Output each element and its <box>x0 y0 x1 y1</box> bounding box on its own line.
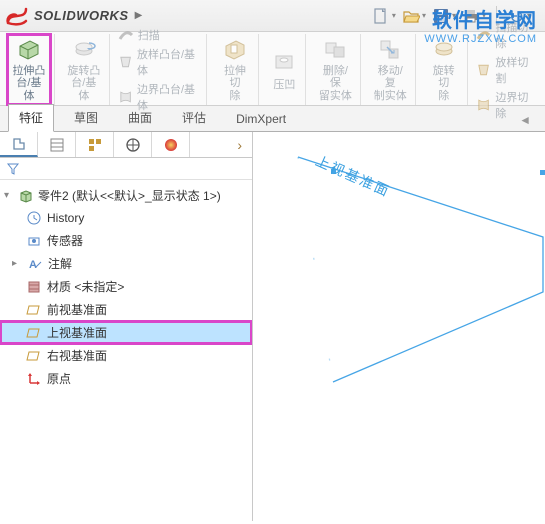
extrude-cut-button[interactable]: 拉伸切 除 <box>215 35 254 103</box>
plane-icon <box>26 325 42 341</box>
tree-root[interactable]: ▾ 零件2 (默认<<默认>_显示状态 1>) <box>0 184 252 207</box>
tree-origin[interactable]: 原点 <box>0 367 252 390</box>
main-area: › ▾ 零件2 (默认<<默认>_显示状态 1>) History 传感器 ▸ … <box>0 132 545 521</box>
svg-text:A: A <box>29 259 37 271</box>
extrude-boss-button[interactable]: 拉伸凸 台/基体 <box>8 35 50 103</box>
command-tabs: 特征 草图 曲面 评估 DimXpert ◄ <box>0 106 545 132</box>
sweep-cut-button[interactable]: 扫描切除 <box>476 19 537 51</box>
plane-icon <box>26 302 42 318</box>
origin-icon <box>26 371 42 387</box>
delete-keep-button[interactable]: 删除/保 留实体 <box>314 35 356 103</box>
save-button[interactable]: ▾ <box>432 7 456 25</box>
revolve-boss-button[interactable]: 旋转凸 台/基体 <box>63 35 105 103</box>
revolve-cut-button[interactable]: 旋转切 除 <box>424 35 463 103</box>
sweep-button[interactable]: 扫描 <box>118 27 203 43</box>
feature-manager-panel: › ▾ 零件2 (默认<<默认>_显示状态 1>) History 传感器 ▸ … <box>0 132 253 521</box>
dimxpert-manager-tab[interactable] <box>114 132 152 157</box>
app-logo: SOLIDWORKS <box>4 3 129 29</box>
feature-tree-tab[interactable] <box>0 132 38 157</box>
tree-history[interactable]: History <box>0 207 252 229</box>
configuration-manager-tab[interactable] <box>76 132 114 157</box>
property-manager-tab[interactable] <box>38 132 76 157</box>
expand-icon[interactable]: ▾ <box>4 190 14 201</box>
tab-feature[interactable]: 特征 <box>8 104 54 132</box>
feature-tree: ▾ 零件2 (默认<<默认>_显示状态 1>) History 传感器 ▸ A … <box>0 180 252 521</box>
annotations-icon: A <box>27 256 43 272</box>
tree-front-plane[interactable]: 前视基准面 <box>0 298 252 321</box>
sensors-icon <box>26 233 42 249</box>
graphics-viewport[interactable]: 上视基准面 <box>253 132 545 521</box>
open-file-button[interactable]: ▾ <box>402 7 426 25</box>
ribbon: 拉伸凸 台/基体 旋转凸 台/基体 扫描 放样凸台/基体 边界凸台/基体 拉伸切… <box>0 32 545 106</box>
tree-material[interactable]: 材质 <未指定> <box>0 275 252 298</box>
plane-icon <box>26 348 42 364</box>
tab-sketch[interactable]: 草图 <box>64 105 108 131</box>
loft-cut-button[interactable]: 放样切割 <box>476 54 537 86</box>
tree-root-label: 零件2 (默认<<默认>_显示状态 1>) <box>38 187 221 204</box>
display-manager-tab[interactable] <box>152 132 190 157</box>
tree-top-plane[interactable]: 上视基准面 <box>0 321 252 344</box>
tab-evaluate[interactable]: 评估 <box>172 105 216 131</box>
app-title: SOLIDWORKS <box>34 8 129 23</box>
tab-dimxpert[interactable]: DimXpert <box>226 108 296 131</box>
tree-sensors[interactable]: 传感器 <box>0 229 252 252</box>
loft-button[interactable]: 放样凸台/基体 <box>118 46 203 78</box>
hole-button[interactable]: 压凹 <box>267 46 301 94</box>
move-copy-button[interactable]: 移动/复 制实体 <box>369 35 411 103</box>
funnel-icon <box>6 162 20 176</box>
tree-right-plane[interactable]: 右视基准面 <box>0 344 252 367</box>
tabs-overflow-left[interactable]: ◄ <box>513 109 537 131</box>
manager-overflow[interactable]: › <box>237 137 252 153</box>
history-icon <box>26 210 42 226</box>
expand-icon[interactable]: ▸ <box>12 258 22 269</box>
tab-surface[interactable]: 曲面 <box>118 105 162 131</box>
part-icon <box>18 188 34 204</box>
new-file-button[interactable]: ▾ <box>372 7 396 25</box>
material-icon <box>26 279 42 295</box>
title-bar: SOLIDWORKS ▶ ▾ ▾ ▾ ▾ ▾ <box>0 0 545 32</box>
tree-annotations[interactable]: ▸ A 注解 <box>0 252 252 275</box>
app-menu-dropdown-icon[interactable]: ▶ <box>135 10 143 21</box>
manager-tab-strip: › <box>0 132 252 158</box>
filter-bar[interactable] <box>0 158 252 180</box>
